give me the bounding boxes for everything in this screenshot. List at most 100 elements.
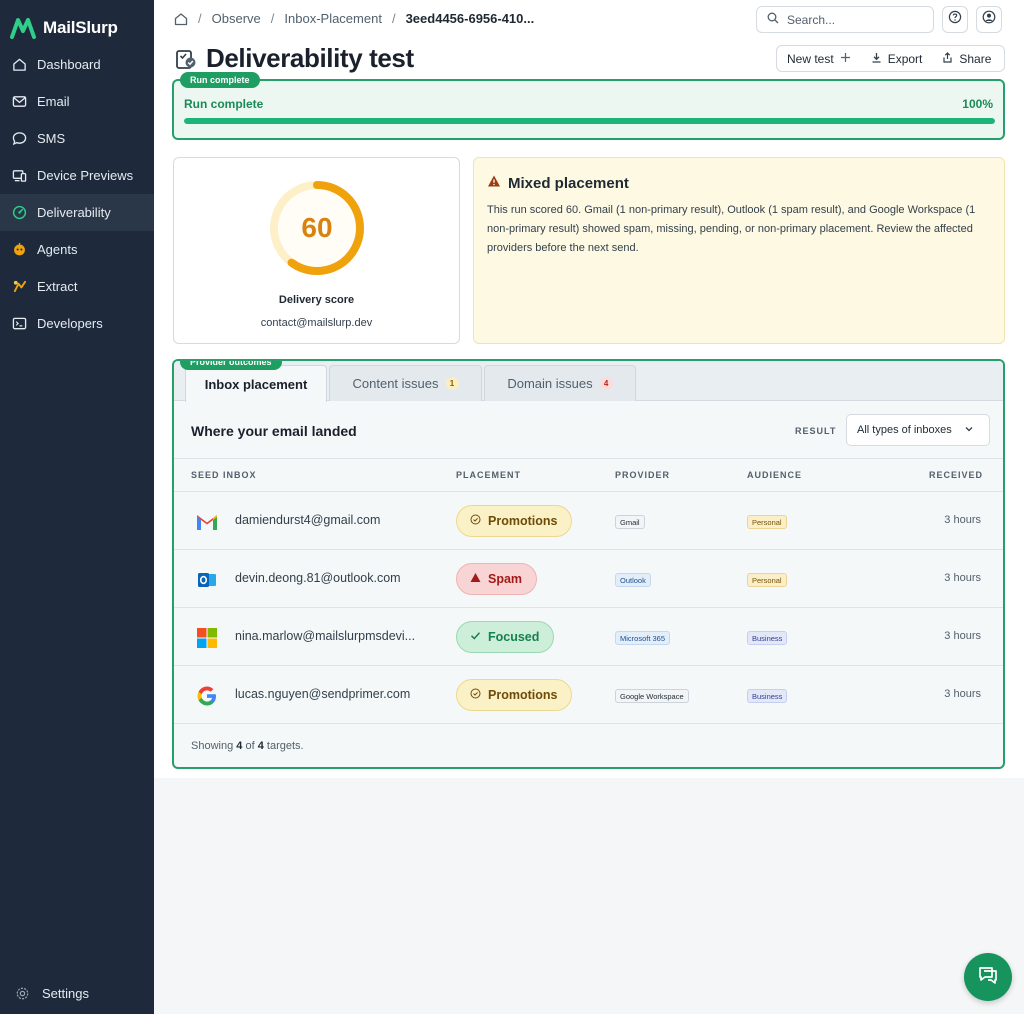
sidebar-item-deliverability[interactable]: Deliverability bbox=[0, 194, 154, 231]
gmail-icon bbox=[195, 511, 219, 533]
placement-label: Focused bbox=[488, 630, 540, 644]
sidebar-item-agents[interactable]: Agents bbox=[0, 231, 154, 268]
placement-label: Spam bbox=[488, 572, 523, 586]
mixed-placement-card: Mixed placement This run scored 60. Gmai… bbox=[473, 157, 1005, 344]
download-icon bbox=[871, 52, 882, 66]
account-button[interactable] bbox=[976, 6, 1002, 33]
table-row[interactable]: devin.deong.81@outlook.com Spam Outlook … bbox=[174, 550, 1003, 608]
provider-outcomes-pill: Provider outcomes bbox=[180, 361, 282, 370]
progress-fill bbox=[184, 118, 995, 124]
chat-icon bbox=[976, 963, 1000, 992]
gear-icon bbox=[14, 985, 30, 1001]
score-gauge: 60 bbox=[268, 179, 366, 277]
brand[interactable]: MailSlurp bbox=[0, 0, 154, 44]
search-placeholder: Search... bbox=[787, 12, 836, 27]
received-time: 3 hours bbox=[944, 572, 981, 584]
placement-label: Promotions bbox=[488, 688, 558, 702]
search-input[interactable]: Search... bbox=[756, 6, 934, 33]
column-audience[interactable]: AUDIENCE bbox=[747, 470, 802, 480]
sidebar-item-email[interactable]: Email bbox=[0, 83, 154, 120]
plus-icon bbox=[840, 52, 851, 66]
tab-domain-issues[interactable]: Domain issues 4 bbox=[484, 365, 636, 401]
chat-button[interactable] bbox=[964, 953, 1012, 1001]
result-filter-select[interactable]: All types of inboxes bbox=[846, 414, 990, 446]
audience-tag: Business bbox=[747, 689, 788, 703]
provider-tag: Microsoft 365 bbox=[615, 631, 671, 645]
share-label: Share bbox=[959, 51, 992, 66]
tab-content-issues[interactable]: Content issues 1 bbox=[329, 365, 482, 401]
column-seed-inbox[interactable]: SEED INBOX bbox=[191, 470, 257, 480]
provider-tag: Google Workspace bbox=[615, 689, 689, 703]
column-provider[interactable]: PROVIDER bbox=[615, 470, 670, 480]
new-test-label: New test bbox=[787, 51, 834, 66]
tab-label: Content issues bbox=[352, 376, 439, 391]
tab-label: Domain issues bbox=[507, 376, 593, 391]
check-circle-icon bbox=[470, 688, 481, 702]
breadcrumb-inbox-placement[interactable]: Inbox-Placement bbox=[284, 11, 382, 26]
breadcrumb-current: 3eed4456-6956-410... bbox=[405, 11, 535, 26]
sidebar-item-label: Dashboard bbox=[37, 57, 101, 72]
checklist-icon bbox=[174, 47, 198, 71]
sidebar-item-label: Email bbox=[37, 94, 70, 109]
mail-icon bbox=[11, 94, 27, 110]
breadcrumb-observe[interactable]: Observe bbox=[212, 11, 261, 26]
received-time: 3 hours bbox=[944, 688, 981, 700]
tab-inbox-placement[interactable]: Inbox placement bbox=[185, 365, 327, 402]
help-button[interactable] bbox=[942, 6, 968, 33]
home-icon bbox=[11, 57, 27, 73]
column-placement[interactable]: PLACEMENT bbox=[456, 470, 521, 480]
domain-issues-badge: 4 bbox=[599, 377, 613, 390]
microsoft-icon bbox=[195, 627, 219, 649]
sidebar-item-settings[interactable]: Settings bbox=[0, 982, 89, 1004]
tabs-bar: Inbox placement Content issues 1 Domain … bbox=[174, 361, 1003, 402]
table-header: SEED INBOX PLACEMENT PROVIDER AUDIENCE R… bbox=[174, 460, 1003, 492]
column-received[interactable]: RECEIVED bbox=[929, 470, 983, 480]
sidebar-nav: Dashboard Email SMS Device Previews Deli… bbox=[0, 46, 154, 342]
mailslurp-logo-icon bbox=[10, 17, 36, 39]
table-row[interactable]: lucas.nguyen@sendprimer.com Promotions G… bbox=[174, 666, 1003, 724]
page-header: Deliverability test bbox=[174, 43, 414, 74]
google-icon bbox=[195, 685, 219, 707]
sidebar-item-dashboard[interactable]: Dashboard bbox=[0, 46, 154, 83]
share-button[interactable]: Share bbox=[932, 46, 1001, 71]
audience-tag: Personal bbox=[747, 515, 787, 529]
check-circle-icon bbox=[470, 514, 481, 528]
received-time: 3 hours bbox=[944, 630, 981, 642]
placement-badge: Spam bbox=[456, 563, 538, 595]
audience-tag: Business bbox=[747, 631, 788, 645]
sidebar-item-device-previews[interactable]: Device Previews bbox=[0, 157, 154, 194]
progress-track bbox=[184, 118, 995, 124]
sidebar-item-label: Device Previews bbox=[37, 168, 134, 183]
sidebar-item-sms[interactable]: SMS bbox=[0, 120, 154, 157]
table-row[interactable]: nina.marlow@mailslurpmsdevi... Focused M… bbox=[174, 608, 1003, 666]
check-icon bbox=[470, 630, 481, 644]
bot-icon bbox=[11, 242, 27, 258]
page-title: Deliverability test bbox=[206, 43, 414, 73]
home-icon[interactable] bbox=[174, 12, 188, 26]
sidebar-item-developers[interactable]: Developers bbox=[0, 305, 154, 342]
new-test-button[interactable]: New test bbox=[777, 46, 861, 71]
table-row[interactable]: damiendurst4@gmail.com Promotions Gmail … bbox=[174, 492, 1003, 550]
score-value: 60 bbox=[301, 212, 333, 243]
seed-inbox-email: damiendurst4@gmail.com bbox=[235, 513, 381, 527]
score-label: Delivery score bbox=[278, 294, 355, 306]
sidebar: MailSlurp Dashboard Email SMS Device Pre… bbox=[0, 0, 154, 1014]
run-progress-panel: Run complete Run complete 100% bbox=[172, 72, 1005, 140]
footer-of: of bbox=[245, 740, 255, 752]
sidebar-item-extract[interactable]: Extract bbox=[0, 268, 154, 305]
footer-suffix: targets. bbox=[266, 740, 304, 752]
export-button[interactable]: Export bbox=[861, 46, 933, 71]
provider-outcomes-panel: Inbox placement Content issues 1 Domain … bbox=[172, 359, 1005, 769]
mixed-placement-header: Mixed placement bbox=[487, 174, 629, 193]
share-icon bbox=[942, 51, 953, 66]
mixed-placement-body: This run scored 60. Gmail (1 non-primary… bbox=[487, 204, 976, 254]
breadcrumb-separator: / bbox=[391, 11, 396, 26]
placement-badge: Focused bbox=[456, 621, 555, 653]
outlook-icon bbox=[195, 569, 219, 591]
result-label: RESULT bbox=[795, 426, 837, 436]
action-group: New test Export Share bbox=[776, 45, 1005, 72]
table-footer: Showing 4 of 4 targets. bbox=[191, 740, 304, 752]
score-email: contact@mailslurp.dev bbox=[260, 317, 373, 329]
section-header: Where your email landed RESULT All types… bbox=[174, 402, 1003, 459]
help-icon bbox=[948, 10, 962, 29]
